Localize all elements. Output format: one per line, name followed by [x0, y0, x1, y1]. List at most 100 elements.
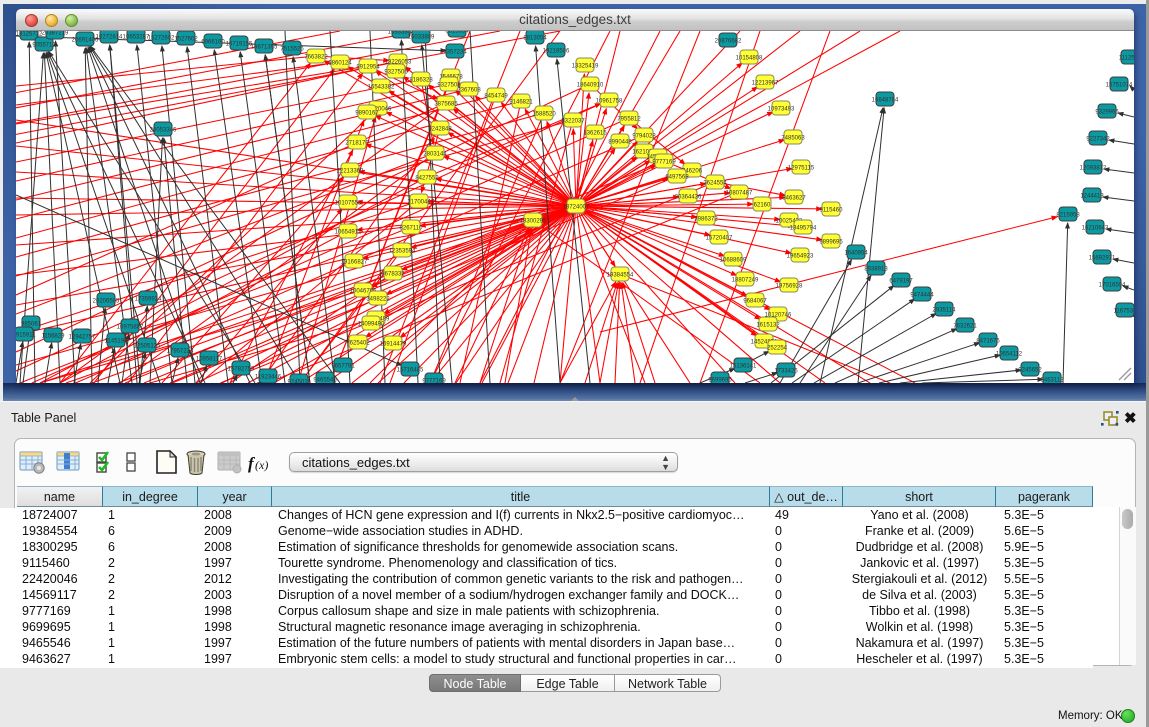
- svg-text:6966160: 6966160: [201, 40, 225, 46]
- svg-text:10107553: 10107553: [335, 201, 362, 207]
- svg-text:16914479: 16914479: [380, 342, 407, 348]
- svg-text:9463627: 9463627: [782, 196, 806, 202]
- svg-text:16671355: 16671355: [251, 45, 278, 51]
- svg-text:7515526: 7515526: [280, 47, 304, 53]
- svg-text:17359924: 17359924: [135, 297, 162, 303]
- svg-text:17957223: 17957223: [167, 349, 194, 355]
- svg-text:9245652: 9245652: [1018, 368, 1042, 374]
- svg-text:10654912: 10654912: [335, 230, 362, 236]
- svg-text:62160: 62160: [754, 203, 771, 209]
- svg-text:7625402: 7625402: [346, 341, 370, 347]
- svg-text:8990448: 8990448: [608, 140, 632, 146]
- svg-text:16648784: 16648784: [872, 98, 899, 104]
- svg-text:18640910: 18640910: [577, 83, 604, 89]
- svg-text:1733426: 1733426: [774, 369, 798, 375]
- svg-text:11923446: 11923446: [255, 375, 282, 381]
- svg-text:10653287: 10653287: [123, 35, 150, 41]
- svg-text:9684067: 9684067: [743, 299, 767, 305]
- svg-text:12505135: 12505135: [134, 344, 161, 350]
- svg-text:16782759: 16782759: [228, 367, 255, 373]
- svg-text:16210643: 16210643: [1082, 226, 1109, 232]
- svg-text:9777169: 9777169: [652, 160, 676, 166]
- svg-text:7986372: 7986372: [694, 217, 718, 223]
- svg-text:10958117: 10958117: [196, 357, 223, 363]
- svg-text:19384554: 19384554: [607, 273, 634, 279]
- svg-text:6479197: 6479197: [889, 279, 913, 285]
- svg-text:17016504: 17016504: [1099, 283, 1126, 289]
- svg-text:3915911: 3915911: [16, 333, 36, 339]
- svg-text:15716485: 15716485: [397, 368, 424, 374]
- svg-text:9146821: 9146821: [509, 100, 533, 106]
- svg-text:9327506: 9327506: [384, 70, 408, 76]
- svg-text:1112542: 1112542: [1119, 56, 1134, 62]
- svg-text:1640954: 1640954: [844, 251, 868, 257]
- svg-text:1244413: 1244413: [1080, 194, 1104, 200]
- svg-text:10688609: 10688609: [720, 258, 747, 264]
- svg-text:19756928: 19756928: [776, 284, 803, 290]
- svg-text:15136141: 15136141: [730, 364, 757, 370]
- svg-text:12093872: 12093872: [1080, 166, 1107, 172]
- svg-text:2718170: 2718170: [345, 141, 369, 147]
- svg-text:15720407: 15720407: [706, 236, 733, 242]
- svg-text:3498222: 3498222: [366, 297, 390, 303]
- svg-text:15272602: 15272602: [148, 36, 175, 42]
- svg-text:3875685: 3875685: [434, 102, 458, 108]
- svg-text:10154808: 10154808: [736, 56, 763, 62]
- svg-text:9463112: 9463112: [1041, 378, 1065, 384]
- svg-text:20387219: 20387219: [42, 31, 69, 37]
- svg-text:20364436: 20364436: [675, 195, 702, 201]
- svg-text:1362615: 1362615: [583, 131, 607, 137]
- svg-text:8322037: 8322037: [561, 119, 585, 125]
- svg-text:2935114: 2935114: [933, 308, 957, 314]
- svg-text:8427552: 8427552: [415, 176, 439, 182]
- svg-text:1588520: 1588520: [532, 112, 556, 118]
- svg-text:20206505: 20206505: [93, 299, 120, 305]
- svg-text:1527602: 1527602: [174, 37, 198, 43]
- svg-text:15751074: 15751074: [1106, 83, 1133, 89]
- svg-text:7663822: 7663822: [304, 55, 328, 61]
- svg-text:10961758: 10961758: [596, 99, 623, 105]
- svg-text:9777169: 9777169: [422, 379, 446, 384]
- svg-text:7357234: 7357234: [443, 50, 467, 56]
- svg-text:19654923: 19654923: [787, 254, 814, 260]
- svg-text:2367608: 2367608: [457, 88, 481, 94]
- svg-text:8938913: 8938913: [864, 267, 888, 273]
- svg-text:9899695: 9899695: [819, 240, 843, 246]
- svg-text:9242848: 9242848: [428, 127, 452, 133]
- svg-text:12353594: 12353594: [389, 249, 416, 255]
- svg-text:9227342: 9227342: [1086, 137, 1110, 143]
- svg-text:20876682: 20876682: [715, 39, 742, 45]
- svg-text:8471676: 8471676: [976, 339, 1000, 345]
- svg-text:10654112: 10654112: [996, 352, 1023, 358]
- svg-text:15692971: 15692971: [1089, 256, 1116, 262]
- svg-text:8912954: 8912954: [356, 65, 380, 71]
- svg-text:9890167: 9890167: [355, 111, 379, 117]
- svg-text:7632621: 7632621: [953, 324, 977, 330]
- svg-text:9245011: 9245011: [288, 380, 312, 384]
- svg-text:9474444: 9474444: [910, 293, 934, 299]
- svg-text:8454749: 8454749: [484, 94, 508, 100]
- svg-text:20053346: 20053346: [150, 128, 177, 134]
- svg-text:13495794: 13495794: [790, 226, 817, 232]
- svg-text:12213369: 12213369: [337, 169, 364, 175]
- svg-text:7955812: 7955812: [617, 117, 641, 123]
- svg-text:13325419: 13325419: [572, 64, 599, 70]
- svg-text:1156829: 1156829: [42, 334, 66, 340]
- svg-text:19218506: 19218506: [543, 49, 570, 55]
- svg-text:18300295: 18300295: [520, 219, 547, 225]
- svg-text:9657791: 9657791: [331, 364, 355, 370]
- svg-text:3624554: 3624554: [703, 181, 727, 187]
- svg-text:9860124: 9860124: [328, 61, 352, 67]
- svg-text:9115460: 9115460: [820, 208, 844, 214]
- svg-text:1167533: 1167533: [1114, 309, 1134, 315]
- svg-text:8678332: 8678332: [381, 272, 405, 278]
- svg-text:16033809: 16033809: [408, 35, 435, 41]
- svg-text:14099490: 14099490: [358, 322, 385, 328]
- svg-text:9465546: 9465546: [313, 378, 337, 384]
- svg-text:9794028: 9794028: [632, 134, 656, 140]
- svg-text:8813054: 8813054: [523, 36, 547, 42]
- svg-text:12975115: 12975115: [788, 166, 815, 172]
- svg-text:10272814: 10272814: [96, 35, 123, 41]
- svg-text:10975887: 10975887: [117, 325, 144, 331]
- svg-text:18807249: 18807249: [732, 278, 759, 284]
